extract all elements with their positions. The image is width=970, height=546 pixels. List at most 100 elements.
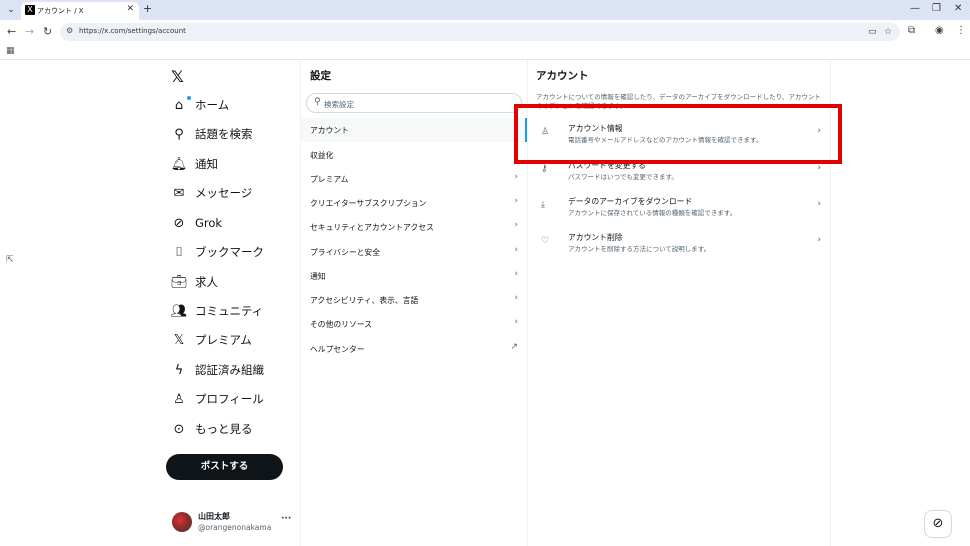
account-item-sub: アカウントに保存されている情報の種類を確認できます。	[568, 209, 737, 217]
chevron-right-icon: ›	[514, 220, 518, 230]
bookmark-icon: ⌷	[175, 244, 183, 260]
new-tab-icon[interactable]: +	[143, 2, 152, 15]
nav-item-communities[interactable]: 👥︎ コミュニティ	[167, 299, 297, 323]
window-close-icon[interactable]: ✕	[954, 3, 962, 14]
settings-item-privacy[interactable]: プライバシーと安全 ›	[301, 240, 527, 264]
bookmarks-bar: ▦	[0, 44, 970, 60]
restore-icon[interactable]: ❐	[932, 3, 941, 14]
star-icon[interactable]: ☆	[884, 27, 892, 37]
settings-item-notifications[interactable]: 通知 ›	[301, 264, 527, 288]
close-icon[interactable]: ✕	[126, 4, 134, 14]
settings-item-account[interactable]: アカウント	[301, 118, 527, 142]
chevron-right-icon: ›	[817, 199, 821, 209]
nav-item-profile[interactable]: ♙ プロフィール	[167, 387, 297, 411]
more-circle-icon: ⊙	[173, 421, 185, 437]
account-item-label: パスワードを変更する	[568, 161, 646, 170]
chevron-right-icon: ›	[514, 245, 518, 255]
profile-handle: @orangenonakama	[198, 523, 272, 532]
chevron-right-icon: ›	[514, 196, 518, 206]
settings-item-label: プレミアム	[310, 175, 349, 184]
download-icon: ⤓	[541, 200, 545, 210]
chevron-right-icon: ›	[514, 269, 518, 279]
chevron-right-icon: ›	[514, 172, 518, 182]
nav-item-messages[interactable]: ✉ メッセージ	[167, 181, 297, 205]
settings-item-help-center[interactable]: ヘルプセンター ↗	[301, 337, 527, 361]
settings-item-security[interactable]: セキュリティとアカウントアクセス ›	[301, 215, 527, 239]
account-title: アカウント	[536, 70, 589, 82]
nav-item-more[interactable]: ⊙ もっと見る	[167, 417, 297, 441]
left-nav: 𝕏 ⌂ ホーム ⚲ 話題を検索 🔔︎ 通知 ✉ メッセージ ⊘ Grok ⌷ ブ…	[163, 60, 300, 546]
bell-icon: 🔔︎	[170, 156, 188, 172]
nav-item-bookmarks[interactable]: ⌷ ブックマーク	[167, 240, 297, 264]
browser-tab[interactable]: X アカウント / X ✕	[21, 2, 139, 20]
account-icon[interactable]: ◉	[935, 25, 944, 36]
nav-label: 認証済み組織	[195, 363, 264, 377]
settings-item-label: その他のリソース	[310, 320, 372, 329]
grok-icon: ⊘	[173, 215, 185, 231]
settings-column: 設定 ⚲ 検索設定 アカウント 収益化 プレミアム › クリエイターサブスクリプ…	[301, 60, 527, 546]
grok-floating-button[interactable]: ⊘	[924, 510, 952, 538]
nav-label: ホーム	[195, 98, 230, 112]
more-icon: ···	[281, 514, 292, 524]
account-item-sub: 電話番号やメールアドレスなどのアカウント情報を確認できます。	[568, 136, 763, 144]
nav-item-jobs[interactable]: 💼︎ 求人	[167, 270, 297, 294]
nav-item-verified-orgs[interactable]: ϟ 認証済み組織	[167, 358, 297, 382]
account-description: アカウントについての情報を確認したり、データのアーカイブをダウンロードしたり、ア…	[536, 93, 821, 110]
extensions-icon[interactable]: ⧉	[908, 25, 915, 36]
tab-title: アカウント / X	[37, 7, 84, 15]
install-app-icon[interactable]: ▭	[868, 27, 877, 37]
account-item-password[interactable]: ⚷ パスワードを変更する パスワードはいつでも変更できます。 ›	[528, 153, 830, 189]
account-item-download-archive[interactable]: ⤓ データのアーカイブをダウンロード アカウントに保存されている情報の種類を確認…	[528, 189, 830, 225]
apps-grid-icon[interactable]: ▦	[6, 46, 15, 56]
menu-icon[interactable]: ⋮	[956, 25, 966, 36]
chevron-right-icon: ›	[514, 317, 518, 327]
url-text: https://x.com/settings/account	[79, 27, 186, 35]
chevron-right-icon: ›	[817, 235, 821, 245]
address-bar[interactable]: ⚙ https://x.com/settings/account ▭ ☆	[60, 23, 900, 41]
minimize-icon[interactable]: —	[910, 3, 920, 14]
account-item-sub: アカウントを削除する方法について説明します。	[568, 245, 711, 253]
x-app: 𝕏 ⌂ ホーム ⚲ 話題を検索 🔔︎ 通知 ✉ メッセージ ⊘ Grok ⌷ ブ…	[0, 60, 970, 546]
post-button[interactable]: ポストする	[166, 454, 283, 480]
nav-label: メッセージ	[195, 186, 253, 200]
people-icon: 👥︎	[170, 303, 188, 319]
nav-label: 通知	[195, 157, 218, 171]
reload-icon[interactable]: ↻	[43, 25, 52, 38]
nav-label: プロフィール	[195, 392, 264, 406]
nav-item-grok[interactable]: ⊘ Grok	[167, 211, 297, 235]
settings-item-creator-subscriptions[interactable]: クリエイターサブスクリプション ›	[301, 191, 527, 215]
settings-item-resources[interactable]: その他のリソース ›	[301, 312, 527, 336]
nav-item-notifications[interactable]: 🔔︎ 通知	[167, 152, 297, 176]
settings-item-label: 収益化	[310, 151, 334, 160]
settings-item-accessibility[interactable]: アクセシビリティ、表示、言語 ›	[301, 288, 527, 312]
settings-search-input[interactable]: ⚲ 検索設定	[306, 93, 522, 113]
settings-item-label: クリエイターサブスクリプション	[310, 199, 427, 208]
account-switcher[interactable]: 山田太郎 @orangenonakama ···	[169, 507, 294, 537]
site-info-icon[interactable]: ⚙	[66, 26, 73, 35]
x-favicon-icon: X	[25, 5, 35, 15]
nav-label: Grok	[195, 216, 223, 230]
person-icon: ♙	[173, 391, 185, 407]
settings-item-monetization[interactable]: 収益化	[301, 143, 527, 167]
profile-name: 山田太郎	[198, 512, 230, 521]
tab-search-icon[interactable]: ⌄	[4, 3, 18, 17]
forward-icon[interactable]: →	[25, 25, 34, 38]
search-placeholder: 検索設定	[324, 100, 354, 109]
nav-item-premium[interactable]: 𝕏 プレミアム	[167, 328, 297, 352]
nav-label: プレミアム	[195, 333, 252, 347]
settings-item-label: セキュリティとアカウントアクセス	[310, 223, 434, 232]
account-item-delete[interactable]: ♡ アカウント削除 アカウントを削除する方法について説明します。 ›	[528, 225, 830, 261]
settings-title: 設定	[310, 70, 331, 82]
back-icon[interactable]: ←	[7, 25, 16, 38]
chevron-right-icon: ›	[514, 293, 518, 303]
settings-item-premium[interactable]: プレミアム ›	[301, 167, 527, 191]
broken-heart-icon: ♡	[541, 236, 550, 246]
nav-item-home[interactable]: ⌂ ホーム	[167, 93, 297, 117]
x-logo-icon[interactable]: 𝕏	[171, 67, 184, 86]
divider	[830, 60, 831, 546]
account-item-info[interactable]: ♙ アカウント情報 電話番号やメールアドレスなどのアカウント情報を確認できます。…	[528, 116, 830, 152]
browser-toolbar: ← → ↻ ⚙ https://x.com/settings/account ▭…	[0, 20, 970, 44]
settings-item-label: ヘルプセンター	[310, 345, 365, 354]
nav-label: 話題を検索	[195, 127, 253, 141]
nav-item-explore[interactable]: ⚲ 話題を検索	[167, 122, 297, 146]
